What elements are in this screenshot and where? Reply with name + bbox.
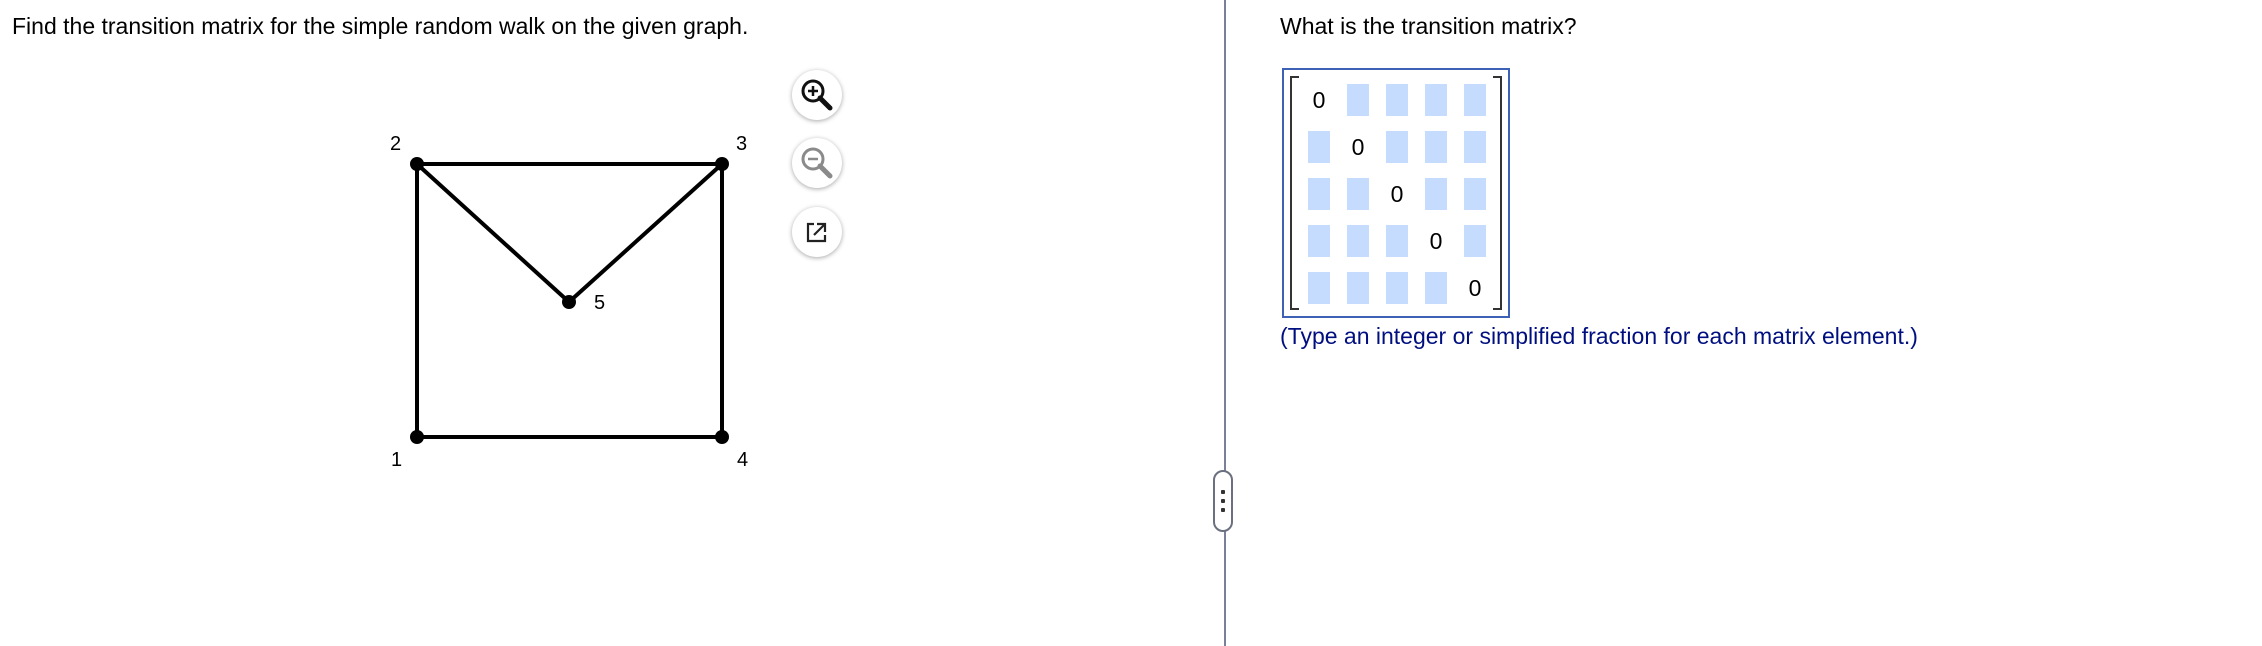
matrix-input-r1c2[interactable] xyxy=(1347,84,1369,116)
graph-figure: 1 2 3 4 5 xyxy=(390,133,748,471)
matrix-input-r1c4[interactable] xyxy=(1425,84,1447,116)
graph-node-5 xyxy=(562,295,576,309)
matrix-input-r2c5[interactable] xyxy=(1464,131,1486,163)
matrix-cell-given: 0 xyxy=(1351,133,1365,160)
node-label-2: 2 xyxy=(390,133,401,155)
node-label-5: 5 xyxy=(594,292,605,314)
zoom-in-icon xyxy=(801,79,833,111)
matrix-input-r2c3[interactable] xyxy=(1386,131,1408,163)
node-label-4: 4 xyxy=(737,449,748,471)
transition-matrix: 0 0 0 0 0 xyxy=(1282,68,1510,318)
matrix-cell-given: 0 xyxy=(1468,274,1482,301)
graph-edge xyxy=(415,162,571,304)
node-label-3: 3 xyxy=(736,133,747,155)
grip-dot xyxy=(1221,508,1225,512)
popout-button[interactable] xyxy=(792,207,842,257)
matrix-input-r1c5[interactable] xyxy=(1464,84,1486,116)
matrix-input-r2c4[interactable] xyxy=(1425,131,1447,163)
matrix-input-r4c1[interactable] xyxy=(1308,225,1330,257)
zoom-in-button[interactable] xyxy=(792,70,842,120)
question-panel: Find the transition matrix for the simpl… xyxy=(0,0,1224,646)
matrix-input-r5c2[interactable] xyxy=(1347,272,1369,304)
grip-dot xyxy=(1221,499,1225,503)
answer-prompt: What is the transition matrix? xyxy=(1280,13,1577,39)
matrix-input-r3c1[interactable] xyxy=(1308,178,1330,210)
page: Find the transition matrix for the simpl… xyxy=(0,0,2262,646)
matrix-input-r4c3[interactable] xyxy=(1386,225,1408,257)
external-link-icon xyxy=(806,222,827,243)
graph-node-2 xyxy=(410,157,424,171)
answer-panel: What is the transition matrix? 0 0 0 0 0… xyxy=(1226,0,2262,646)
zoom-out-button[interactable] xyxy=(792,138,842,188)
matrix-input-r5c3[interactable] xyxy=(1386,272,1408,304)
graph-edge xyxy=(567,162,724,304)
matrix-cell-given: 0 xyxy=(1390,180,1404,207)
graph-node-3 xyxy=(715,157,729,171)
matrix-right-bracket xyxy=(1493,76,1502,310)
matrix-input-r3c4[interactable] xyxy=(1425,178,1447,210)
matrix-input-r3c2[interactable] xyxy=(1347,178,1369,210)
zoom-out-icon xyxy=(801,147,833,179)
node-label-1: 1 xyxy=(391,449,402,471)
matrix-grid: 0 0 0 0 0 xyxy=(1308,84,1486,304)
graph-node-1 xyxy=(410,430,424,444)
matrix-input-r3c5[interactable] xyxy=(1464,178,1486,210)
matrix-input-r4c2[interactable] xyxy=(1347,225,1369,257)
grip-dot xyxy=(1221,490,1225,494)
matrix-cell-given: 0 xyxy=(1312,86,1326,113)
matrix-left-bracket xyxy=(1290,76,1299,310)
graph-node-4 xyxy=(715,430,729,444)
matrix-input-r1c3[interactable] xyxy=(1386,84,1408,116)
matrix-input-r2c1[interactable] xyxy=(1308,131,1330,163)
matrix-cell-given: 0 xyxy=(1429,227,1443,254)
matrix-input-r5c4[interactable] xyxy=(1425,272,1447,304)
matrix-input-r4c5[interactable] xyxy=(1464,225,1486,257)
matrix-input-r5c1[interactable] xyxy=(1308,272,1330,304)
answer-instruction: (Type an integer or simplified fraction … xyxy=(1280,323,1918,349)
